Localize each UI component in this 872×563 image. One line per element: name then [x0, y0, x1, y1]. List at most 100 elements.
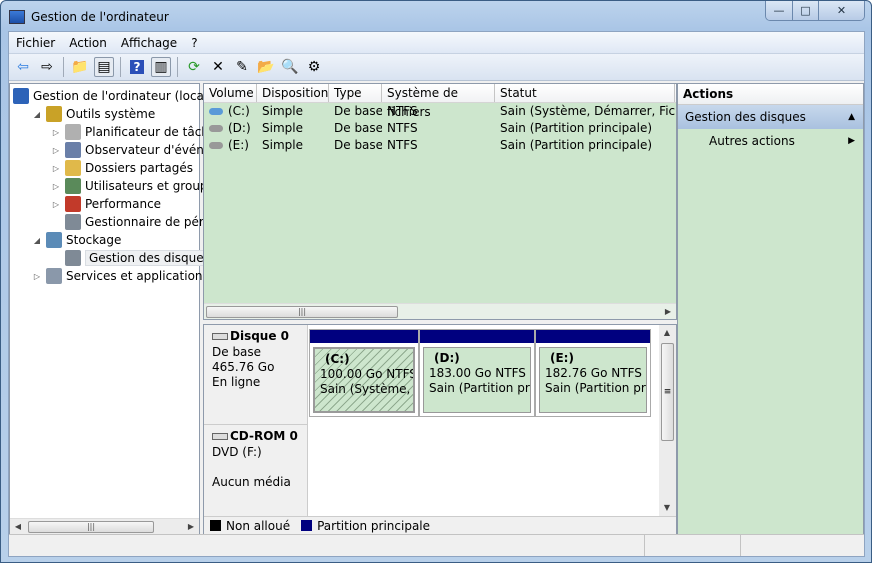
disk-type: DVD (F:) — [212, 445, 262, 459]
show-hide-tree-button[interactable]: ▤ — [94, 57, 114, 77]
forward-arrow-icon: ⇨ — [41, 59, 53, 75]
list-horizontal-scrollbar[interactable]: ◀ ||| ▶ — [204, 303, 676, 319]
tree-item-icon — [65, 214, 81, 230]
tree-item-label: Outils système — [66, 107, 156, 121]
tree-item[interactable]: Gestion des disques — [51, 249, 214, 267]
computer-management-icon — [9, 10, 25, 24]
expander-icon[interactable]: ▷ — [32, 272, 42, 281]
collapse-icon[interactable]: ▲ — [848, 112, 855, 122]
table-row[interactable]: (D:) Simple De base NTFS Sain (Partition pri… — [204, 120, 676, 137]
disk-vertical-scrollbar[interactable]: ▲ ≡ ▼ — [659, 325, 676, 516]
tree-item[interactable]: Gestion de l'ordinateur (local) — [13, 87, 212, 105]
table-row[interactable]: (C:) Simple De base NTFS Sain (Système, Déma… — [204, 103, 676, 120]
cell-text: (D:) — [228, 121, 251, 135]
scroll-right-icon[interactable]: ▶ — [183, 519, 199, 535]
actions-section-disk-management[interactable]: Gestion des disques ▲ — [678, 105, 863, 129]
help-icon: ? — [130, 60, 144, 74]
search-button[interactable]: 🔍 — [280, 57, 300, 77]
expander-icon[interactable]: ▷ — [51, 200, 61, 209]
tree-item-icon — [65, 142, 81, 158]
scroll-left-icon[interactable]: ◀ — [10, 519, 26, 535]
partition-2[interactable]: (E:)182.76 Go NTFSSain (Partition princ — [535, 329, 651, 417]
column-header[interactable]: Type — [329, 84, 382, 102]
column-header[interactable]: Statut — [495, 84, 675, 102]
scroll-up-icon[interactable]: ▲ — [659, 325, 675, 341]
forward-arrow-button[interactable]: ⇨ — [37, 57, 57, 77]
table-cell: (D:) — [204, 120, 257, 137]
show-hide-tree-icon: ▤ — [97, 59, 111, 75]
cell-text: (C:) — [228, 104, 250, 118]
tree-item-icon — [46, 232, 62, 248]
tree-item[interactable]: ▷ Performance — [51, 195, 161, 213]
table-cell: NTFS — [382, 137, 495, 154]
disk-label[interactable]: Disque 0 De base 465.76 Go En ligne — [204, 325, 308, 425]
delete-icon: ✕ — [212, 59, 224, 75]
legend-swatch — [210, 520, 221, 531]
settings-icon: ⚙ — [307, 59, 321, 75]
show-hide-action-pane-button[interactable]: ▥ — [151, 57, 171, 77]
expander-icon[interactable]: ◢ — [32, 110, 42, 119]
tree-item[interactable]: ◢ Stockage — [32, 231, 121, 249]
table-cell: Simple — [257, 120, 329, 137]
volume-list: Volume Disposition Type Système de fichiers… — [203, 83, 677, 320]
disk-label[interactable]: CD-ROM 0 DVD (F:) Aucun média — [204, 425, 308, 517]
disk-name: CD-ROM 0 — [212, 429, 307, 444]
help-button[interactable]: ? — [127, 57, 147, 77]
column-header[interactable]: Volume — [204, 84, 257, 102]
scroll-thumb[interactable]: ||| — [206, 306, 398, 318]
menu-action[interactable]: Action — [62, 36, 114, 50]
tree-item-label: Dossiers partagés — [85, 161, 194, 175]
partition-type-bar — [420, 330, 534, 343]
column-header[interactable]: Système de fichiers — [382, 84, 495, 119]
cell-text: NTFS — [387, 138, 418, 152]
cell-text: Sain (Système, Démarrer, Fichier — [500, 104, 675, 118]
refresh-button[interactable]: ⟳ — [184, 57, 204, 77]
expander-icon[interactable]: ▷ — [51, 182, 61, 191]
partition-status: Sain (Système, Dé — [320, 382, 413, 396]
minimize-button[interactable]: — — [766, 1, 792, 20]
scroll-right-icon[interactable]: ▶ — [660, 304, 676, 320]
expander-icon[interactable]: ▷ — [51, 128, 61, 137]
expander-icon[interactable]: ◢ — [32, 236, 42, 245]
tree-item[interactable]: ◢ Outils système — [32, 105, 155, 123]
tree-item[interactable]: ▷ Utilisateurs et groupes l — [51, 177, 228, 195]
menu-[interactable]: ? — [184, 36, 204, 50]
more-actions-item[interactable]: Autres actions ▶ — [678, 129, 863, 153]
delete-button[interactable]: ✕ — [208, 57, 228, 77]
partition-label: (E:) — [550, 351, 574, 365]
scroll-thumb[interactable]: ||| — [28, 521, 154, 533]
up-folder-button[interactable]: 📁 — [70, 57, 90, 77]
actions-title: Actions — [678, 84, 863, 105]
partition-label: (C:) — [325, 352, 350, 366]
properties-button[interactable]: ✎ — [232, 57, 252, 77]
expander-icon[interactable]: ▷ — [51, 164, 61, 173]
maximize-button[interactable]: □ — [792, 1, 818, 20]
table-cell: Simple — [257, 137, 329, 154]
partition-size: 183.00 Go NTFS — [429, 366, 526, 380]
column-header[interactable]: Disposition — [257, 84, 329, 102]
partition-1[interactable]: (D:) 183.00 Go NTFS Sain (Partition prin — [419, 329, 535, 417]
scroll-thumb[interactable]: ≡ — [661, 343, 674, 441]
expander-icon[interactable]: ▷ — [51, 146, 61, 155]
open-folder-button[interactable]: 📂 — [256, 57, 276, 77]
scroll-down-icon[interactable]: ▼ — [659, 500, 675, 516]
table-cell: De base — [329, 103, 382, 120]
legend-swatch — [301, 520, 313, 531]
table-row[interactable]: (E:) Simple De base NTFS Sain (Partition pri… — [204, 137, 676, 154]
more-actions-label: Autres actions — [709, 134, 795, 148]
menu-affichage[interactable]: Affichage — [114, 36, 184, 50]
menu-fichier[interactable]: Fichier — [9, 36, 62, 50]
tree-item[interactable]: ▷ Dossiers partagés — [51, 159, 193, 177]
tree-horizontal-scrollbar[interactable]: ◀ ||| ▶ — [10, 518, 199, 534]
table-cell: NTFS — [382, 103, 495, 120]
tree-item[interactable]: ▷ Planificateur de tâches — [51, 123, 223, 141]
back-arrow-button[interactable]: ⇦ — [13, 57, 33, 77]
status-bar — [9, 534, 864, 556]
tree-item[interactable]: ▷ Services et applications — [32, 267, 209, 285]
partition-size: 182.76 Go NTFS — [545, 366, 642, 380]
toolbar-separator — [177, 57, 178, 77]
settings-button[interactable]: ⚙ — [304, 57, 324, 77]
tree-item-icon — [65, 124, 81, 140]
close-button[interactable]: ✕ — [818, 1, 864, 20]
partition-0[interactable]: (C:)100.00 Go NTFSSain (Système, Dé — [309, 329, 419, 417]
